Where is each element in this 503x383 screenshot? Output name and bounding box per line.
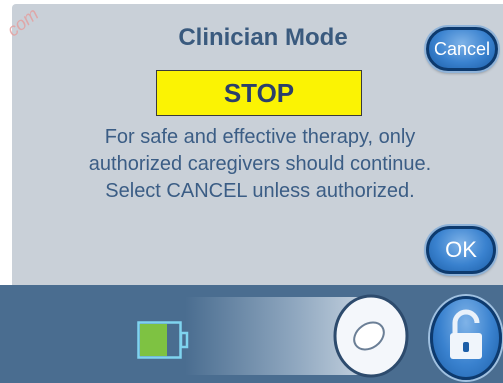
slider-knob-icon[interactable]: [332, 294, 410, 378]
cancel-button[interactable]: Cancel: [426, 27, 498, 71]
ok-button[interactable]: OK: [426, 226, 496, 274]
battery-icon: [137, 321, 189, 359]
battery-level-fill: [140, 324, 167, 356]
watermark-text: com: [3, 3, 43, 41]
stop-alert-box: STOP: [156, 70, 362, 116]
warning-message-line-3: Select CANCEL unless authorized.: [105, 180, 415, 202]
warning-message: For safe and effective therapy, only aut…: [40, 124, 480, 205]
lock-button[interactable]: [430, 296, 502, 380]
clinician-mode-screen: com Clinician Mode Cancel STOP For safe …: [0, 0, 503, 383]
warning-message-line-2: authorized caregivers should continue.: [88, 153, 432, 175]
page-title: Clinician Mode: [178, 24, 348, 51]
warning-message-line-1: For safe and effective therapy, only: [104, 126, 416, 148]
unlocked-padlock-icon: [450, 309, 482, 359]
